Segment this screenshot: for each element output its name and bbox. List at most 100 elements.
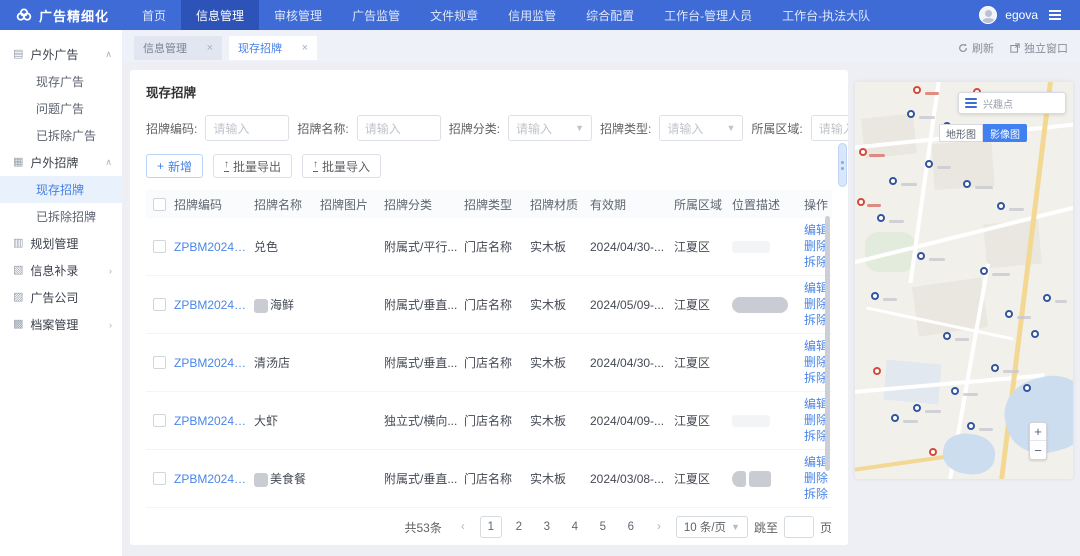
map-marker[interactable] [963, 180, 971, 188]
zoom-out-button[interactable]: − [1030, 441, 1046, 459]
table-scrollbar[interactable] [825, 216, 830, 471]
row-checkbox[interactable] [153, 298, 166, 311]
nav-item-工作台-执法大队[interactable]: 工作台-执法大队 [767, 0, 885, 30]
sidebar-group-信息补录[interactable]: ▧信息补录› [0, 257, 122, 284]
page-size-select[interactable]: 10 条/页 ▼ [676, 516, 748, 538]
sidebar-group-档案管理[interactable]: ▩档案管理› [0, 311, 122, 338]
map-marker[interactable] [1023, 384, 1031, 392]
map-marker[interactable] [891, 414, 899, 422]
select-all-checkbox[interactable] [153, 198, 166, 211]
sidebar-group-广告公司[interactable]: ▨广告公司 [0, 284, 122, 311]
nav-item-首页[interactable]: 首页 [127, 0, 181, 30]
map-marker[interactable] [857, 198, 865, 206]
sidebar-group-户外广告[interactable]: ▤户外广告∧ [0, 41, 122, 68]
map-search-box[interactable]: 兴趣点 [958, 92, 1066, 114]
nav-item-审核管理[interactable]: 审核管理 [259, 0, 337, 30]
page-button-4[interactable]: 4 [564, 516, 586, 538]
map-marker[interactable] [980, 267, 988, 275]
map-marker[interactable] [877, 214, 885, 222]
map-menu-icon[interactable] [965, 98, 977, 108]
sidebar-group-户外招牌[interactable]: ▦户外招牌∧ [0, 149, 122, 176]
sidebar-item-已拆除招牌[interactable]: 已拆除招牌 [0, 203, 122, 230]
sidebar-item-现存招牌[interactable]: 现存招牌 [0, 176, 122, 203]
row-checkbox[interactable] [153, 414, 166, 427]
row-checkbox[interactable] [153, 472, 166, 485]
map-marker[interactable] [889, 177, 897, 185]
terrain-map-button[interactable]: 地形图 [939, 124, 983, 142]
map-marker[interactable] [1031, 330, 1039, 338]
page-button-2[interactable]: 2 [508, 516, 530, 538]
sidebar-item-已拆除广告[interactable]: 已拆除广告 [0, 122, 122, 149]
validity-cell: 2024/04/30-... [588, 240, 672, 254]
nav-item-信用监管[interactable]: 信用监管 [493, 0, 571, 30]
nav-item-文件规章[interactable]: 文件规章 [415, 0, 493, 30]
add-button[interactable]: +新增 [146, 154, 203, 178]
filter-select[interactable]: 请输入▼ [659, 115, 743, 141]
close-icon[interactable]: × [207, 42, 213, 54]
jump-page-input[interactable] [784, 516, 814, 538]
map-marker[interactable] [929, 448, 937, 456]
map-marker[interactable] [951, 387, 959, 395]
username[interactable]: egova [1005, 8, 1038, 22]
map-marker[interactable] [1005, 310, 1013, 318]
page-button-5[interactable]: 5 [592, 516, 614, 538]
sidebar-item-现存广告[interactable]: 现存广告 [0, 68, 122, 95]
type-cell: 门店名称 [462, 470, 528, 487]
chevron-right-icon: › [109, 320, 112, 330]
action-拆除[interactable]: 拆除 [804, 487, 832, 502]
zoom-in-button[interactable]: + [1030, 423, 1046, 441]
map-marker[interactable] [991, 364, 999, 372]
map-marker[interactable] [997, 202, 1005, 210]
signboard-code-link[interactable]: ZPBM20240... [172, 414, 252, 428]
location-cell [730, 241, 802, 253]
batch-export-button[interactable]: ↑批量导出 [213, 154, 292, 178]
filter-input[interactable]: 请输入 [205, 115, 289, 141]
nav-item-广告监管[interactable]: 广告监管 [337, 0, 415, 30]
close-icon[interactable]: × [302, 42, 308, 54]
sidebar-group-规划管理[interactable]: ▥规划管理 [0, 230, 122, 257]
nav-item-信息管理[interactable]: 信息管理 [181, 0, 259, 30]
panel-collapse-handle[interactable] [838, 143, 847, 187]
action-删除[interactable]: 删除 [804, 471, 832, 486]
menu-hamburger-icon[interactable] [1046, 7, 1064, 23]
redacted-location [732, 241, 770, 253]
signboard-code-link[interactable]: ZPBM20240... [172, 298, 252, 312]
user-avatar[interactable] [979, 6, 997, 24]
signboard-code-link[interactable]: ZPBM20240... [172, 472, 252, 486]
map-marker[interactable] [873, 367, 881, 375]
map-marker[interactable] [859, 148, 867, 156]
image-map-button[interactable]: 影像图 [983, 124, 1027, 142]
standalone-window-button[interactable]: 独立窗口 [1010, 40, 1068, 56]
chevron-up-icon: ∧ [105, 49, 112, 60]
sidebar-item-问题广告[interactable]: 问题广告 [0, 95, 122, 122]
next-page-button[interactable]: › [648, 516, 670, 538]
filter-input[interactable]: 请输入 [357, 115, 441, 141]
row-checkbox[interactable] [153, 240, 166, 253]
map-marker[interactable] [917, 252, 925, 260]
page-button-3[interactable]: 3 [536, 516, 558, 538]
map-marker[interactable] [913, 86, 921, 94]
row-checkbox[interactable] [153, 356, 166, 369]
map-marker[interactable] [913, 404, 921, 412]
map-marker[interactable] [967, 422, 975, 430]
batch-import-button[interactable]: ↑批量导入 [302, 154, 381, 178]
page-button-6[interactable]: 6 [620, 516, 642, 538]
signboard-code-link[interactable]: ZPBM20240... [172, 356, 252, 370]
prev-page-button[interactable]: ‹ [452, 516, 474, 538]
page-button-1[interactable]: 1 [480, 516, 502, 538]
top-nav: 广告精细化 首页信息管理审核管理广告监管文件规章信用监管综合配置工作台-管理人员… [0, 0, 1080, 30]
map-marker[interactable] [871, 292, 879, 300]
tab-现存招牌[interactable]: 现存招牌× [229, 36, 317, 60]
map-marker[interactable] [943, 332, 951, 340]
map-marker[interactable] [907, 110, 915, 118]
map-marker[interactable] [1043, 294, 1051, 302]
nav-item-综合配置[interactable]: 综合配置 [571, 0, 649, 30]
tab-信息管理[interactable]: 信息管理× [134, 36, 222, 60]
map-marker[interactable] [925, 160, 933, 168]
signboard-code-link[interactable]: ZPBM20240... [172, 240, 252, 254]
refresh-button[interactable]: 刷新 [958, 40, 994, 56]
map-panel[interactable]: 兴趣点 地形图 影像图 + − [855, 82, 1073, 479]
nav-item-工作台-管理人员[interactable]: 工作台-管理人员 [649, 0, 767, 30]
filter-select[interactable]: 请输入▼ [811, 115, 848, 141]
filter-select[interactable]: 请输入▼ [508, 115, 592, 141]
